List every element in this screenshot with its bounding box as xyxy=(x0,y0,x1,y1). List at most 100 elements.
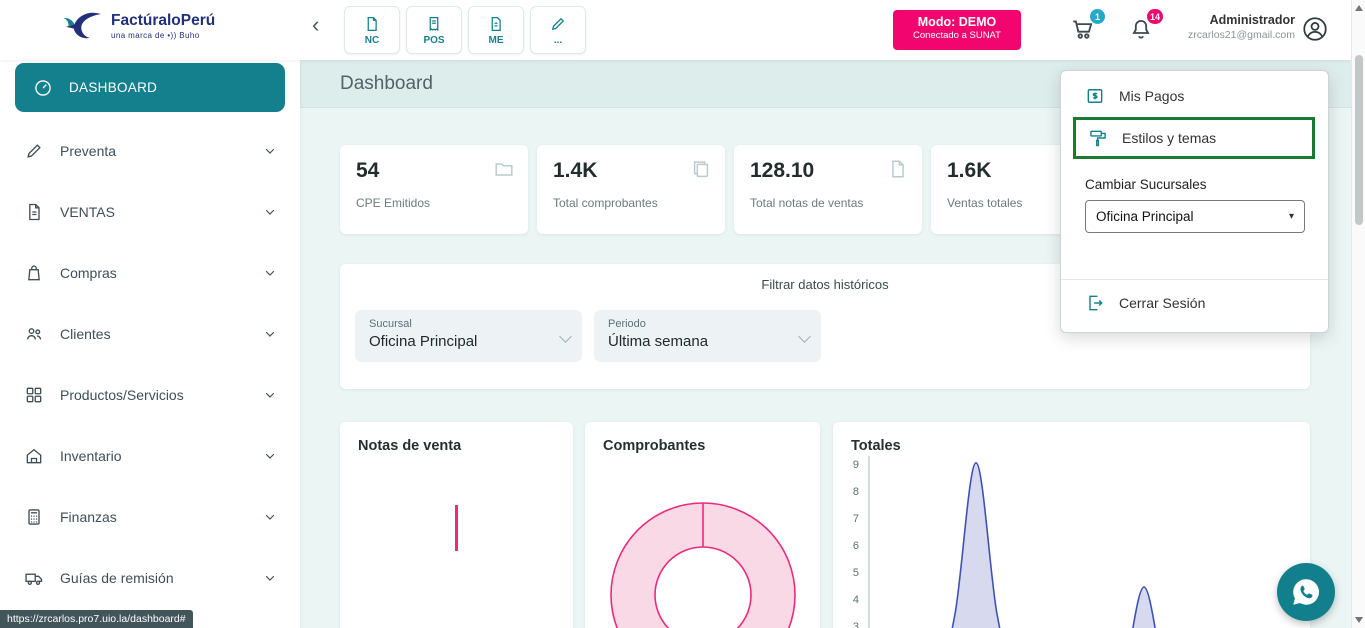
me-button[interactable]: ME xyxy=(468,6,524,54)
periodo-value: Última semana xyxy=(608,333,807,350)
document-list-icon xyxy=(487,15,505,33)
warehouse-icon xyxy=(24,446,44,466)
scroll-up-icon[interactable] xyxy=(1355,5,1363,11)
user-account-button[interactable]: Administrador zrcarlos21@gmail.com xyxy=(1188,13,1295,41)
chevron-down-icon xyxy=(264,572,276,584)
more-button-label: ... xyxy=(554,35,562,46)
sidebar-item-preventa[interactable]: Preventa xyxy=(0,120,300,181)
comprobantes-chart-card: Comprobantes xyxy=(585,422,820,628)
pencil-icon xyxy=(549,15,567,33)
menu-item-mis-pagos[interactable]: Mis Pagos xyxy=(1061,75,1328,117)
filter-row: Sucursal Oficina Principal Periodo Últim… xyxy=(355,310,821,362)
sunat-status-label: Conectado a SUNAT xyxy=(893,30,1021,41)
scroll-down-icon[interactable] xyxy=(1355,617,1363,623)
whatsapp-icon xyxy=(1289,575,1323,609)
notification-count-badge: 14 xyxy=(1147,9,1163,24)
sidebar-item-dashboard[interactable]: DASHBOARD xyxy=(15,63,285,112)
shopping-bag-icon xyxy=(24,263,44,283)
branch-select-value: Oficina Principal xyxy=(1096,209,1194,224)
me-button-label: ME xyxy=(489,35,504,46)
demo-mode-label: Modo: DEMO xyxy=(893,15,1021,29)
sidebar-item-label: Clientes xyxy=(60,326,264,342)
sidebar-item-label: Finanzas xyxy=(60,509,264,525)
sidebar-item-label: Guías de remisión xyxy=(60,570,264,586)
chevron-down-icon xyxy=(264,389,276,401)
notas-venta-bar-chart xyxy=(340,462,573,628)
sucursal-label: Sucursal xyxy=(369,318,568,330)
totales-chart-card: Totales 9876543 xyxy=(833,422,1310,628)
sucursal-select[interactable]: Sucursal Oficina Principal xyxy=(355,310,582,362)
sidebar-item-label: Inventario xyxy=(60,448,264,464)
notas-venta-chart-card: Notas de venta xyxy=(340,422,573,628)
chevron-down-icon: ▾ xyxy=(1289,211,1294,222)
payments-icon xyxy=(1085,86,1105,106)
stat-card-cpe: 54 CPE Emitidos xyxy=(340,145,528,234)
sidebar-item-guias-remision[interactable]: Guías de remisión xyxy=(0,547,300,608)
menu-item-label: Estilos y temas xyxy=(1122,130,1216,146)
nc-button-label: NC xyxy=(365,35,379,46)
menu-item-cerrar-sesion[interactable]: Cerrar Sesión xyxy=(1061,282,1328,324)
brand-logo[interactable]: FactúraloPerú una marca de •)) Buho xyxy=(62,9,215,43)
logout-icon xyxy=(1085,293,1105,313)
sidebar-collapse-button[interactable]: ‹ xyxy=(312,14,319,36)
menu-item-estilos-temas[interactable]: Estilos y temas xyxy=(1076,120,1312,156)
sidebar-item-label: DASHBOARD xyxy=(69,80,267,95)
credit-note-icon xyxy=(363,15,381,33)
sidebar-item-ventas[interactable]: VENTAS xyxy=(0,181,300,242)
stat-card-comprobantes: 1.4K Total comprobantes xyxy=(537,145,725,234)
stat-value: 1.4K xyxy=(553,159,709,183)
sidebar-item-label: Preventa xyxy=(60,143,264,159)
notifications-button[interactable]: 14 xyxy=(1128,16,1154,42)
stats-row: 54 CPE Emitidos 1.4K Total comprobantes … xyxy=(340,145,1119,234)
stat-label: Total comprobantes xyxy=(553,196,709,210)
estilos-highlight-box: Estilos y temas xyxy=(1073,117,1315,159)
sidebar-item-finanzas[interactable]: Finanzas xyxy=(0,486,300,547)
avatar[interactable] xyxy=(1301,15,1329,43)
stat-value: 128.10 xyxy=(750,159,906,183)
cart-button[interactable]: 1 xyxy=(1070,16,1096,42)
sucursal-value: Oficina Principal xyxy=(369,333,568,350)
chevron-down-icon xyxy=(264,328,276,340)
stat-value: 54 xyxy=(356,159,512,183)
chevron-down-icon xyxy=(264,450,276,462)
status-url-tooltip: https://zrcarlos.pro7.uio.la/dashboard# xyxy=(0,610,193,628)
comprobantes-donut-chart xyxy=(585,422,820,628)
calculator-icon xyxy=(24,507,44,527)
stat-label: Total notas de ventas xyxy=(750,196,906,210)
stat-label: CPE Emitidos xyxy=(356,196,512,210)
chevron-down-icon xyxy=(264,145,276,157)
whatsapp-button[interactable] xyxy=(1277,563,1335,621)
chevron-down-icon xyxy=(264,206,276,218)
divider xyxy=(1061,279,1328,280)
paint-roller-icon xyxy=(1088,128,1108,148)
sidebar-item-productos-servicios[interactable]: Productos/Servicios xyxy=(0,364,300,425)
chart-title: Notas de venta xyxy=(340,422,573,454)
scrollbar-thumb[interactable] xyxy=(1355,55,1363,225)
document-icon xyxy=(24,202,44,222)
pos-button[interactable]: POS xyxy=(406,6,462,54)
sidebar-item-label: Productos/Servicios xyxy=(60,387,264,403)
chevron-down-icon xyxy=(264,511,276,523)
nc-button[interactable]: NC xyxy=(344,6,400,54)
brand-tagline: una marca de •)) Buho xyxy=(111,31,215,40)
brand-name: FactúraloPerú xyxy=(111,12,215,29)
user-name: Administrador xyxy=(1188,13,1295,27)
vertical-scrollbar[interactable] xyxy=(1351,0,1365,628)
demo-mode-badge[interactable]: Modo: DEMO Conectado a SUNAT xyxy=(893,10,1021,50)
users-icon xyxy=(24,324,44,344)
sidebar-nav: DASHBOARD Preventa VENTAS Compras xyxy=(0,63,300,628)
totales-y-axis-labels: 9876543 xyxy=(841,452,859,628)
more-documents-button[interactable]: ... xyxy=(530,6,586,54)
periodo-select[interactable]: Periodo Última semana xyxy=(594,310,821,362)
sidebar-item-inventario[interactable]: Inventario xyxy=(0,425,300,486)
quick-nav-buttons: NC POS ME ... xyxy=(344,6,586,54)
folder-icon xyxy=(493,158,515,180)
copy-icon xyxy=(690,158,712,180)
chevron-down-icon xyxy=(264,267,276,279)
branch-select[interactable]: Oficina Principal ▾ xyxy=(1085,200,1305,233)
cart-count-badge: 1 xyxy=(1090,9,1105,24)
pencil-icon xyxy=(24,141,44,161)
sidebar-item-clientes[interactable]: Clientes xyxy=(0,303,300,364)
sidebar-item-label: Compras xyxy=(60,265,264,281)
sidebar-item-compras[interactable]: Compras xyxy=(0,242,300,303)
